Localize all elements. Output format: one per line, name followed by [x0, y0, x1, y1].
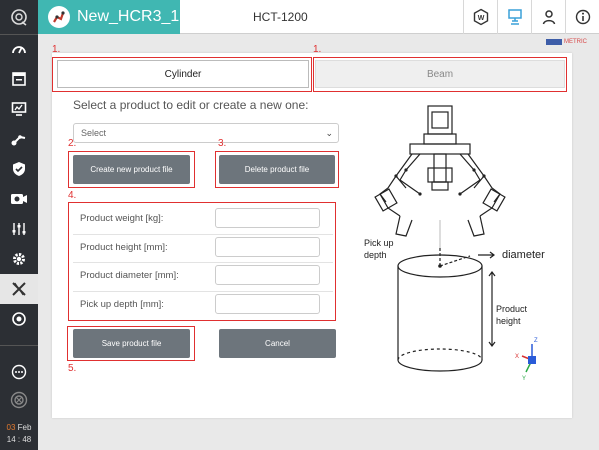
flag-icon: [546, 39, 562, 45]
product-height-label: height: [496, 316, 521, 326]
date-display: 03 Feb: [6, 423, 32, 432]
workcell-icon[interactable]: W: [463, 0, 497, 34]
weight-input[interactable]: [215, 208, 320, 228]
diameter-label: Product diameter [mm]:: [80, 270, 179, 281]
io-icon[interactable]: [0, 214, 38, 244]
product-height-label: Product: [496, 304, 528, 314]
height-input[interactable]: [215, 237, 320, 257]
axis-y-label: Y: [522, 376, 526, 382]
extension-icon[interactable]: [0, 274, 38, 304]
product-select[interactable]: Select ⌄: [73, 123, 339, 143]
program-icon[interactable]: [0, 64, 38, 94]
device-title: HCT-1200: [253, 10, 308, 24]
chevron-down-icon: ⌄: [325, 128, 333, 138]
create-product-button[interactable]: Create new product file: [73, 155, 190, 184]
diameter-label: diameter: [502, 249, 545, 261]
field-divider: [73, 234, 333, 235]
info-icon[interactable]: [565, 0, 599, 34]
svg-text:W: W: [477, 15, 484, 22]
annotation-box: [313, 57, 567, 92]
annotation-number: 3.: [218, 138, 227, 149]
axis-z-label: Z: [534, 338, 538, 344]
annotation-number: 5.: [68, 363, 77, 374]
emergency-icon[interactable]: [0, 385, 38, 415]
annotation-number: 4.: [68, 190, 77, 201]
pick-up-depth-label: depth: [364, 250, 387, 260]
user-icon[interactable]: [531, 0, 565, 34]
sidebar-divider: [0, 345, 38, 346]
annotation-box: [52, 57, 312, 92]
field-divider: [73, 262, 333, 263]
annotation-number: 2.: [68, 138, 77, 149]
settings-icon[interactable]: [0, 244, 38, 274]
robot-icon: [48, 6, 70, 28]
pick-up-depth-label: Pick up: [364, 238, 394, 248]
delete-product-button[interactable]: Delete product file: [219, 155, 335, 184]
axis-x-label: X: [515, 354, 519, 360]
app-name: New_HCR3_1: [77, 8, 180, 25]
dashboard-icon[interactable]: [0, 34, 38, 64]
annotation-number: 1.: [313, 44, 322, 55]
chat-icon[interactable]: [0, 357, 38, 387]
select-placeholder: Select: [81, 128, 107, 138]
logo-icon[interactable]: [0, 0, 38, 34]
field-divider: [73, 291, 333, 292]
diameter-input[interactable]: [215, 265, 320, 285]
setup-icon[interactable]: [0, 124, 38, 154]
sidebar: 03 Feb 14 : 48: [0, 0, 38, 450]
robot-monitor-icon[interactable]: [497, 0, 531, 34]
axes-icon: Z X Y: [515, 338, 538, 382]
time-display: 14 : 48: [6, 435, 32, 444]
depth-label: Pick up depth [mm]:: [80, 299, 164, 310]
safety-icon[interactable]: [0, 154, 38, 184]
annotation-number: 1.: [52, 44, 61, 55]
cancel-button[interactable]: Cancel: [219, 329, 336, 358]
metric-badge: METRIC: [546, 39, 587, 45]
page-prompt: Select a product to edit or create a new…: [73, 98, 309, 112]
camera-icon[interactable]: [0, 184, 38, 214]
weight-label: Product weight [kg]:: [80, 213, 164, 224]
metric-label: METRIC: [564, 39, 587, 45]
app-tab[interactable]: New_HCR3_1: [38, 0, 180, 34]
monitor-icon[interactable]: [0, 94, 38, 124]
top-bar: New_HCR3_1 HCT-1200 W: [38, 0, 599, 34]
depth-input[interactable]: [215, 294, 320, 314]
height-label: Product height [mm]:: [80, 242, 168, 253]
tool-icon[interactable]: [0, 304, 38, 334]
save-product-button[interactable]: Save product file: [73, 329, 190, 358]
gripper-diagram: Pick up depth diameter Product height Z …: [360, 98, 560, 388]
